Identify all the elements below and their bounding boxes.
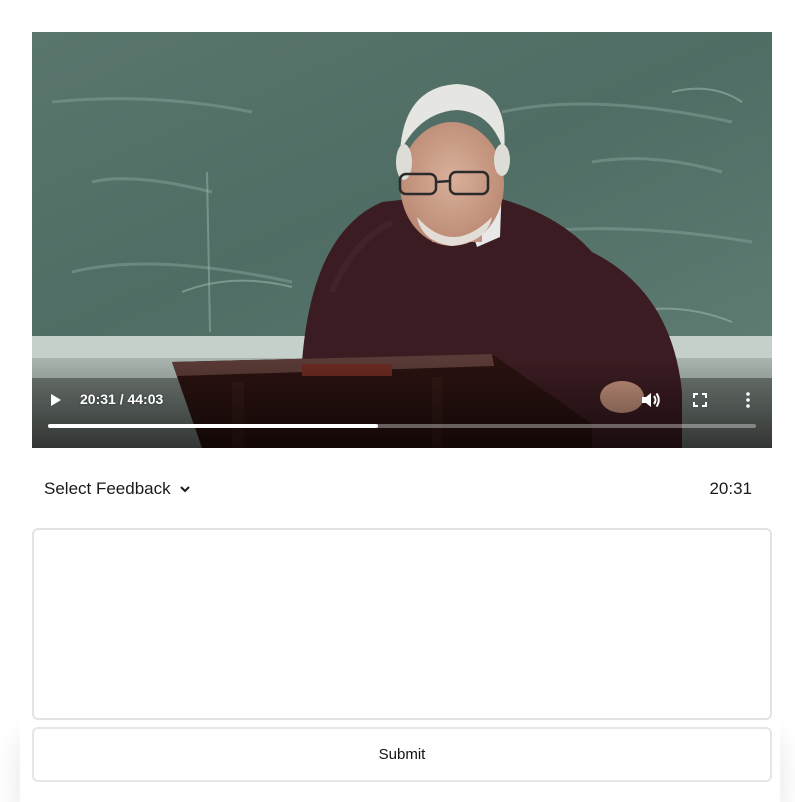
- fullscreen-button[interactable]: [688, 388, 712, 412]
- video-player[interactable]: 20:31 / 44:03: [32, 32, 772, 448]
- fullscreen-icon: [693, 393, 707, 407]
- volume-icon: [642, 392, 660, 408]
- progress-bar[interactable]: [48, 424, 756, 428]
- play-button[interactable]: [44, 388, 68, 412]
- time-display: 20:31 / 44:03: [80, 391, 164, 407]
- volume-button[interactable]: [638, 388, 664, 412]
- progress-fill: [48, 424, 378, 428]
- feedback-comment-field[interactable]: [32, 528, 772, 720]
- chevron-down-icon: [179, 486, 190, 493]
- submit-button[interactable]: Submit: [32, 727, 772, 782]
- feedback-timestamp: 20:31: [709, 479, 752, 498]
- more-options-button[interactable]: [736, 388, 760, 412]
- feedback-select-label: Select Feedback: [44, 479, 171, 498]
- more-vertical-icon: [746, 392, 750, 408]
- play-icon: [51, 394, 61, 406]
- feedback-select[interactable]: Select Feedback: [44, 476, 191, 502]
